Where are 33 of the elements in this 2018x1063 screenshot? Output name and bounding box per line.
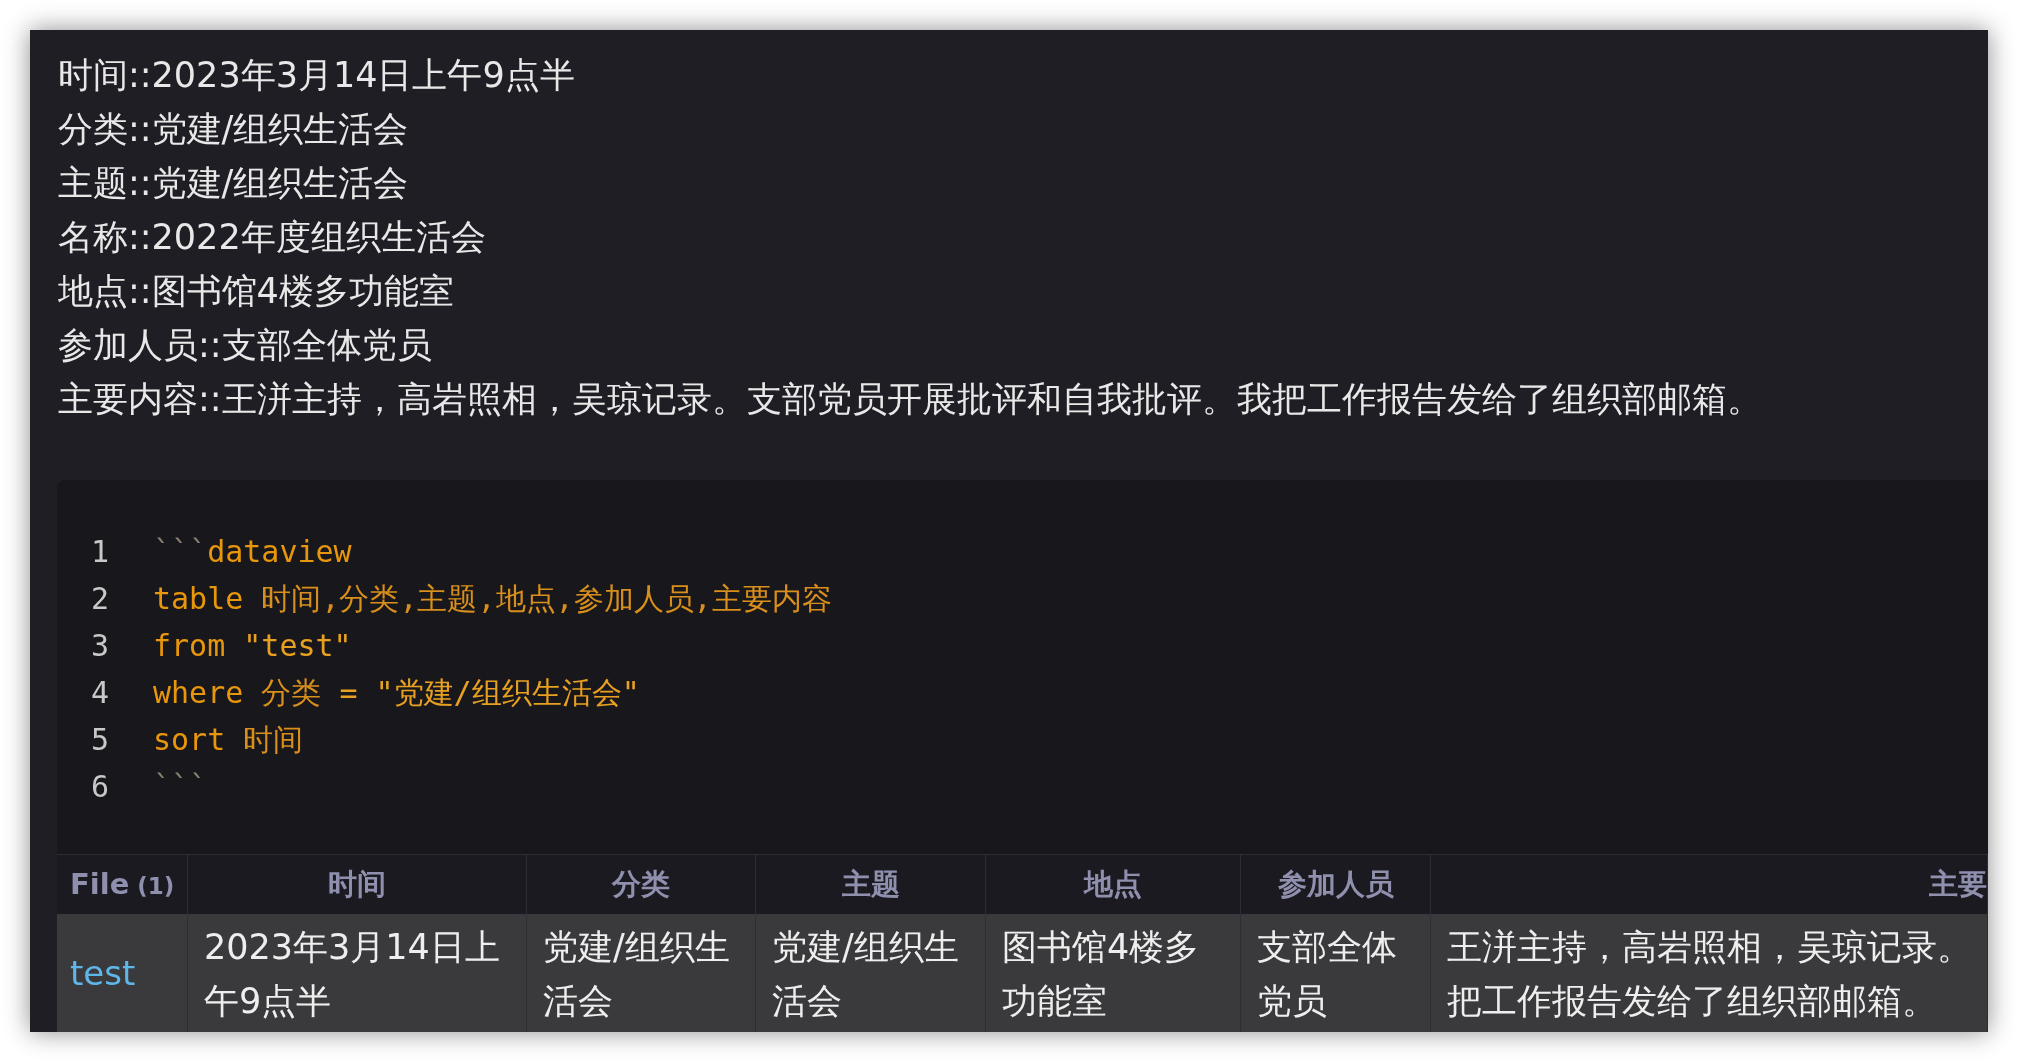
line-number: 5 [89,721,110,759]
property-line: 分类::党建/组织生活会 [58,108,409,151]
line-number: 6 [89,768,110,806]
property-line: 主要内容::王洴主持，高岩照相，吴琼记录。支部党员开展批评和自我批评。我把工作报告发给了组织部邮箱。 [58,378,1762,421]
column-header[interactable]: 分类 [612,862,670,907]
table-cell-text: 王洴主持，高岩照相，吴琼记录。 把工作报告发给了组织部邮箱。 [1447,926,1972,1023]
line-number: 2 [89,580,110,618]
property-line: 地点::图书馆4楼多功能室 [58,270,454,313]
code-line: ```dataview [153,533,352,571]
table-cell-text: 党建/组织生 活会 [772,926,959,1023]
property-line: 主题::党建/组织生活会 [58,162,409,205]
column-header[interactable]: 地点 [1084,862,1142,907]
code-line: where 分类 = "党建/组织生活会" [153,674,640,712]
table-cell-text: 党建/组织生 活会 [543,926,730,1023]
table-cell-text: 支部全体 党员 [1257,926,1397,1023]
column-header[interactable]: File (1) [70,862,175,907]
column-header[interactable]: 参加人员 [1277,862,1394,907]
table-cell-text: 2023年3月14日上 午9点半 [204,926,500,1023]
property-line: 名称::2022年度组织生活会 [58,216,486,259]
column-header[interactable]: 主题 [841,862,900,907]
column-header[interactable]: 主要 [1929,862,1987,907]
property-line: 参加人员::支部全体党员 [58,324,432,367]
table-cell-text: 图书馆4楼多 功能室 [1002,926,1200,1023]
line-number: 1 [89,533,110,571]
property-line: 时间::2023年3月14日上午9点半 [58,54,575,97]
line-number: 3 [89,627,110,665]
code-line: sort 时间 [153,721,304,759]
code-line: table 时间,分类,主题,地点,参加人员,主要内容 [153,580,832,618]
line-number: 4 [89,674,110,712]
code-line: ``` [153,768,208,806]
code-line: from "test" [153,627,352,665]
file-link[interactable]: test [70,947,136,999]
column-header[interactable]: 时间 [328,862,386,907]
